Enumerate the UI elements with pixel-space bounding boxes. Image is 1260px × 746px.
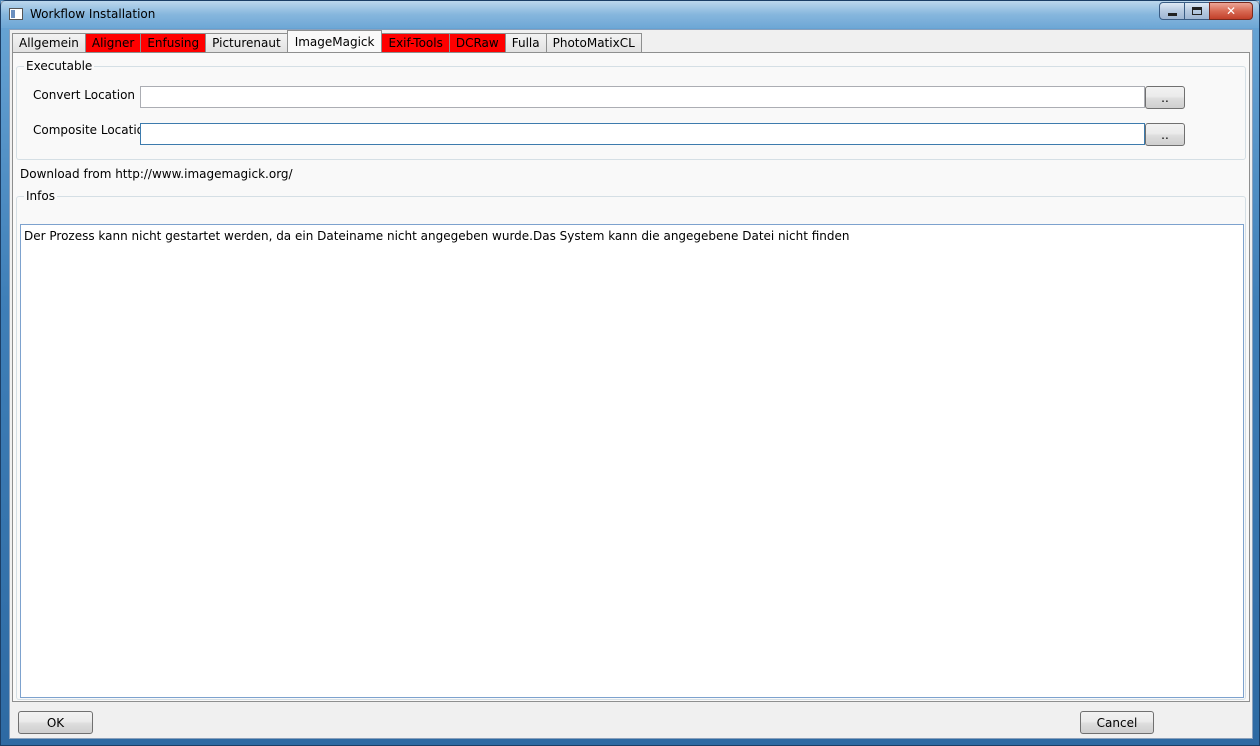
tab-strip: Allgemein Aligner Enfusing Picturenaut I… bbox=[12, 30, 642, 52]
imagemagick-tab-panel: Executable Convert Location .. Composite… bbox=[12, 52, 1250, 702]
minimize-button[interactable] bbox=[1159, 2, 1185, 20]
tab-imagemagick[interactable]: ImageMagick bbox=[286, 30, 383, 52]
tab-picturenaut[interactable]: Picturenaut bbox=[205, 33, 288, 52]
tab-photomatixcl[interactable]: PhotoMatixCL bbox=[545, 33, 642, 52]
minimize-icon bbox=[1167, 12, 1177, 16]
composite-location-label: Composite Location bbox=[33, 123, 152, 137]
app-window: Workflow Installation ✕ Allgemein Aligne… bbox=[0, 0, 1260, 746]
cancel-button[interactable]: Cancel bbox=[1080, 711, 1154, 734]
infos-textarea[interactable]: Der Prozess kann nicht gestartet werden,… bbox=[20, 224, 1244, 698]
ok-button[interactable]: OK bbox=[18, 711, 93, 734]
dialog-client-area: Allgemein Aligner Enfusing Picturenaut I… bbox=[9, 29, 1253, 739]
convert-location-input[interactable] bbox=[140, 86, 1145, 108]
maximize-icon bbox=[1192, 7, 1202, 15]
tab-dcraw[interactable]: DCRaw bbox=[448, 33, 506, 52]
tab-enfusing[interactable]: Enfusing bbox=[140, 33, 207, 52]
tab-allgemein[interactable]: Allgemein bbox=[12, 33, 86, 52]
title-bar[interactable]: Workflow Installation ✕ bbox=[1, 1, 1259, 28]
executable-legend: Executable bbox=[24, 59, 95, 73]
download-hint: Download from http://www.imagemagick.org… bbox=[20, 167, 293, 181]
convert-browse-button[interactable]: .. bbox=[1145, 86, 1185, 109]
tab-fulla[interactable]: Fulla bbox=[504, 33, 547, 52]
tab-exif-tools[interactable]: Exif-Tools bbox=[381, 33, 450, 52]
infos-legend: Infos bbox=[24, 189, 57, 203]
composite-location-input[interactable] bbox=[140, 123, 1145, 145]
executable-group: Executable Convert Location .. Composite… bbox=[16, 59, 1246, 160]
close-button[interactable]: ✕ bbox=[1209, 2, 1253, 20]
window-title: Workflow Installation bbox=[30, 7, 156, 21]
close-icon: ✕ bbox=[1225, 4, 1237, 18]
convert-location-label: Convert Location bbox=[33, 88, 136, 102]
composite-browse-button[interactable]: .. bbox=[1145, 123, 1185, 146]
window-app-icon[interactable] bbox=[9, 8, 23, 20]
tab-aligner[interactable]: Aligner bbox=[84, 33, 142, 52]
dialog-footer: OK Cancel bbox=[10, 702, 1252, 738]
maximize-button[interactable] bbox=[1184, 2, 1210, 20]
caption-buttons: ✕ bbox=[1159, 2, 1253, 20]
